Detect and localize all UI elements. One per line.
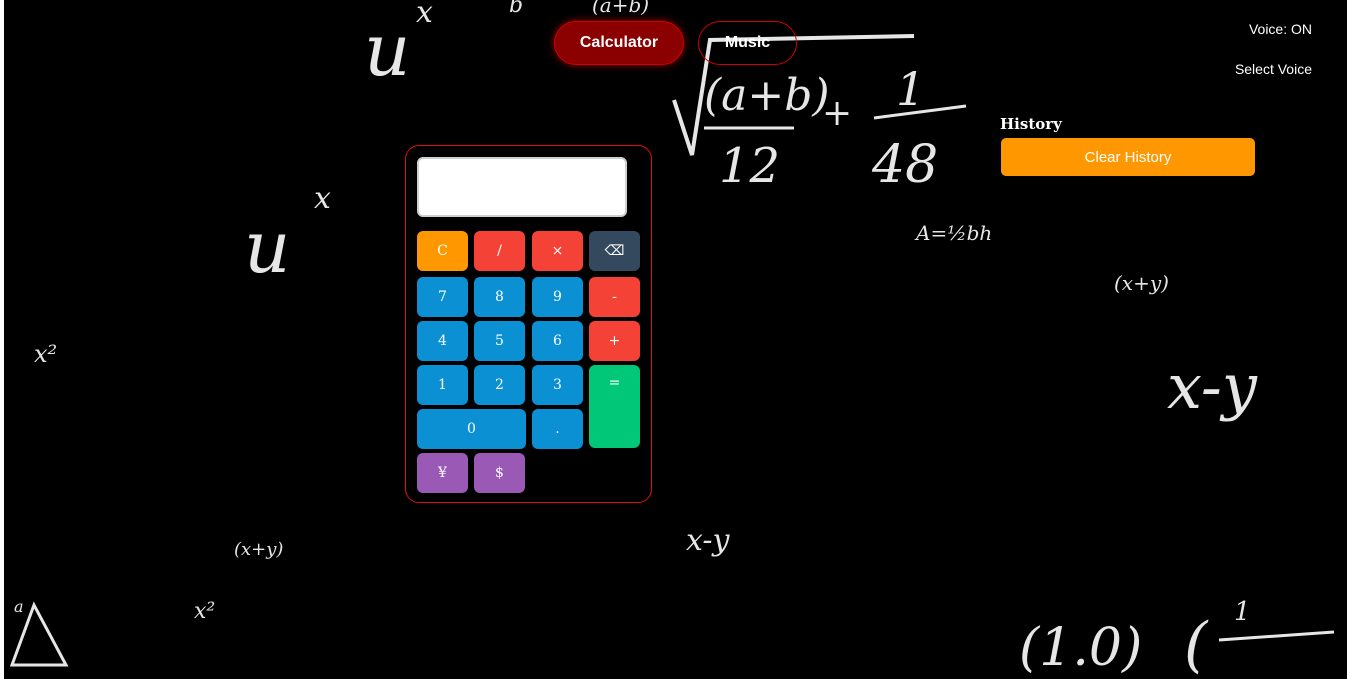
- svg-text:(x+y): (x+y): [1114, 271, 1169, 295]
- equals-button[interactable]: =: [589, 365, 640, 448]
- svg-text:A=½bh: A=½bh: [914, 221, 992, 245]
- key-9-button[interactable]: 9: [532, 277, 583, 317]
- key-2-button[interactable]: 2: [474, 365, 525, 405]
- calculator-panel: C / × ⌫ 7 8 9 - 4 5 6 + 1 2 3 = 0 . ¥ $: [405, 145, 652, 503]
- svg-text:48: 48: [871, 135, 938, 195]
- svg-text:1: 1: [896, 62, 925, 116]
- svg-text:x-y: x-y: [686, 523, 731, 558]
- key-6-button[interactable]: 6: [532, 321, 583, 361]
- clear-history-button[interactable]: Clear History: [1001, 138, 1255, 176]
- divide-button[interactable]: /: [474, 231, 525, 271]
- voice-toggle[interactable]: Voice: ON: [1249, 21, 1312, 37]
- decimal-button[interactable]: .: [532, 409, 583, 449]
- music-tab-button[interactable]: Music: [698, 21, 797, 65]
- svg-text:u: u: [244, 205, 290, 289]
- yen-currency-button[interactable]: ¥: [417, 453, 468, 493]
- key-7-button[interactable]: 7: [417, 277, 468, 317]
- calculator-tab-button[interactable]: Calculator: [554, 21, 684, 65]
- minus-button[interactable]: -: [589, 277, 640, 317]
- history-heading: History: [1000, 115, 1062, 133]
- plus-button[interactable]: +: [589, 321, 640, 361]
- svg-text:(a+b): (a+b): [704, 70, 830, 121]
- key-0-button[interactable]: 0: [417, 409, 526, 449]
- chalkboard-background: u x b u x x² x² x-y x-y A=½bh (1.0) ( 1 …: [4, 0, 1347, 679]
- svg-text:+: +: [822, 93, 852, 134]
- clear-button[interactable]: C: [417, 231, 468, 271]
- math-chalk-background-image: u x b u x x² x² x-y x-y A=½bh (1.0) ( 1 …: [9, 0, 1335, 679]
- svg-text:a: a: [14, 597, 24, 616]
- svg-text:b: b: [509, 0, 523, 18]
- key-1-button[interactable]: 1: [417, 365, 468, 405]
- svg-text:x²: x²: [34, 340, 57, 368]
- calculator-display[interactable]: [417, 157, 627, 217]
- key-4-button[interactable]: 4: [417, 321, 468, 361]
- backspace-button[interactable]: ⌫: [589, 231, 640, 271]
- key-8-button[interactable]: 8: [474, 277, 525, 317]
- multiply-button[interactable]: ×: [532, 231, 583, 271]
- svg-text:(x+y): (x+y): [234, 539, 283, 560]
- svg-text:1: 1: [1234, 597, 1251, 627]
- svg-text:(a+b): (a+b): [592, 0, 649, 17]
- svg-text:(1.0): (1.0): [1019, 618, 1142, 678]
- svg-text:x: x: [314, 181, 331, 216]
- svg-text:x-y: x-y: [1167, 350, 1258, 423]
- backspace-icon: ⌫: [604, 243, 625, 259]
- dollar-currency-button[interactable]: $: [474, 453, 525, 493]
- svg-text:12: 12: [719, 138, 780, 194]
- svg-text:u: u: [364, 8, 410, 92]
- key-3-button[interactable]: 3: [532, 365, 583, 405]
- key-5-button[interactable]: 5: [474, 321, 525, 361]
- select-voice-link[interactable]: Select Voice: [1235, 61, 1312, 77]
- svg-text:(: (: [1184, 610, 1209, 679]
- svg-text:x²: x²: [194, 599, 215, 624]
- svg-text:x: x: [416, 0, 433, 30]
